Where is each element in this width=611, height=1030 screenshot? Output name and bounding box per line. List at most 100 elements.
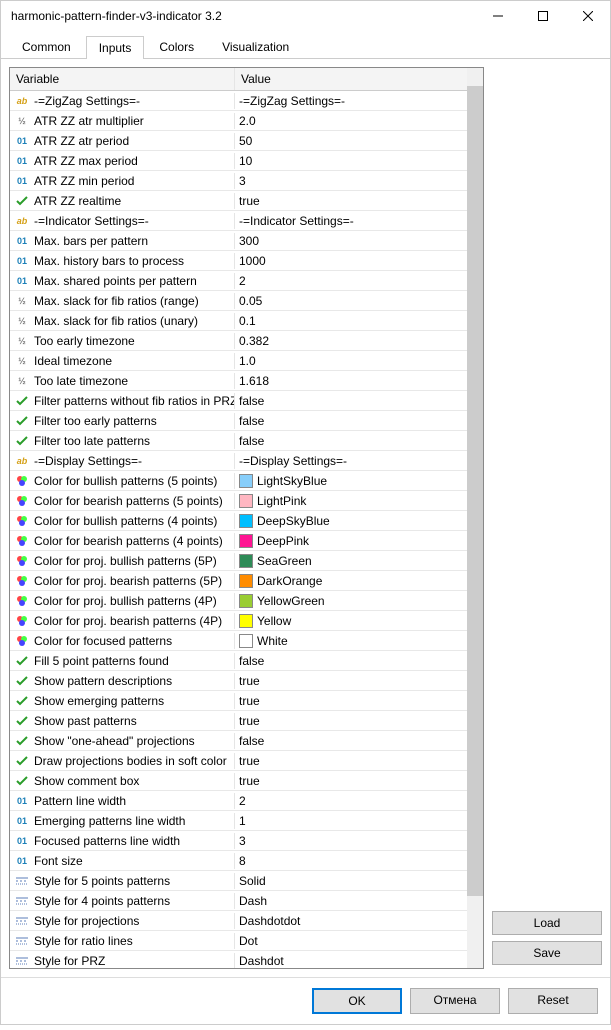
cancel-button[interactable]: Отмена	[410, 988, 500, 1014]
value-cell[interactable]: DeepPink	[235, 533, 467, 549]
tab-inputs[interactable]: Inputs	[86, 36, 145, 59]
value-cell[interactable]: 1000	[235, 253, 467, 269]
table-row[interactable]: Show "one-ahead" projectionsfalse	[10, 731, 467, 751]
table-row[interactable]: Color for proj. bearish patterns (4P)Yel…	[10, 611, 467, 631]
value-cell[interactable]: 10	[235, 153, 467, 169]
table-row[interactable]: Show past patternstrue	[10, 711, 467, 731]
table-row[interactable]: Color for proj. bullish patterns (4P)Yel…	[10, 591, 467, 611]
table-row[interactable]: 01Focused patterns line width3	[10, 831, 467, 851]
value-cell[interactable]: 2	[235, 273, 467, 289]
table-row[interactable]: Style for 5 points patternsSolid	[10, 871, 467, 891]
table-row[interactable]: 01ATR ZZ max period10	[10, 151, 467, 171]
value-cell[interactable]: false	[235, 393, 467, 409]
tab-common[interactable]: Common	[9, 35, 84, 58]
tab-colors[interactable]: Colors	[146, 35, 207, 58]
value-cell[interactable]: 8	[235, 853, 467, 869]
value-cell[interactable]: true	[235, 193, 467, 209]
table-row[interactable]: 01Max. shared points per pattern2	[10, 271, 467, 291]
minimize-button[interactable]	[475, 1, 520, 31]
ok-button[interactable]: OK	[312, 988, 402, 1014]
value-cell[interactable]: Yellow	[235, 613, 467, 629]
value-cell[interactable]: SeaGreen	[235, 553, 467, 569]
value-cell[interactable]: true	[235, 673, 467, 689]
table-row[interactable]: Show pattern descriptionstrue	[10, 671, 467, 691]
value-cell[interactable]: -=Display Settings=-	[235, 453, 467, 469]
value-cell[interactable]: LightSkyBlue	[235, 473, 467, 489]
value-cell[interactable]: DeepSkyBlue	[235, 513, 467, 529]
table-row[interactable]: 01ATR ZZ atr period50	[10, 131, 467, 151]
value-cell[interactable]: 2.0	[235, 113, 467, 129]
table-row[interactable]: ab-=ZigZag Settings=--=ZigZag Settings=-	[10, 91, 467, 111]
header-variable[interactable]: Variable	[10, 68, 235, 90]
value-cell[interactable]: Dashdotdot	[235, 913, 467, 929]
value-cell[interactable]: 300	[235, 233, 467, 249]
value-cell[interactable]: 0.05	[235, 293, 467, 309]
value-cell[interactable]: 50	[235, 133, 467, 149]
table-row[interactable]: ab-=Indicator Settings=--=Indicator Sett…	[10, 211, 467, 231]
table-row[interactable]: 01Emerging patterns line width1	[10, 811, 467, 831]
table-row[interactable]: Color for bearish patterns (4 points)Dee…	[10, 531, 467, 551]
value-cell[interactable]: Dashdot	[235, 953, 467, 969]
value-cell[interactable]: true	[235, 713, 467, 729]
table-row[interactable]: Filter too late patternsfalse	[10, 431, 467, 451]
table-row[interactable]: Style for projectionsDashdotdot	[10, 911, 467, 931]
value-cell[interactable]: -=ZigZag Settings=-	[235, 93, 467, 109]
table-row[interactable]: Style for ratio linesDot	[10, 931, 467, 951]
value-cell[interactable]: Dash	[235, 893, 467, 909]
value-cell[interactable]: 1.618	[235, 373, 467, 389]
table-row[interactable]: ½Max. slack for fib ratios (range)0.05	[10, 291, 467, 311]
value-cell[interactable]: false	[235, 413, 467, 429]
value-cell[interactable]: White	[235, 633, 467, 649]
table-row[interactable]: Style for PRZDashdot	[10, 951, 467, 968]
value-cell[interactable]: 0.382	[235, 333, 467, 349]
value-cell[interactable]: false	[235, 433, 467, 449]
table-row[interactable]: 01Max. history bars to process1000	[10, 251, 467, 271]
value-cell[interactable]: -=Indicator Settings=-	[235, 213, 467, 229]
value-cell[interactable]: 1.0	[235, 353, 467, 369]
table-row[interactable]: ab-=Display Settings=--=Display Settings…	[10, 451, 467, 471]
table-row[interactable]: ½Too early timezone0.382	[10, 331, 467, 351]
table-row[interactable]: Color for bullish patterns (5 points)Lig…	[10, 471, 467, 491]
table-row[interactable]: Filter patterns without fib ratios in PR…	[10, 391, 467, 411]
value-cell[interactable]: 1	[235, 813, 467, 829]
value-cell[interactable]: DarkOrange	[235, 573, 467, 589]
table-row[interactable]: 01ATR ZZ min period3	[10, 171, 467, 191]
tab-visualization[interactable]: Visualization	[209, 35, 302, 58]
table-row[interactable]: ½Too late timezone1.618	[10, 371, 467, 391]
table-row[interactable]: Filter too early patternsfalse	[10, 411, 467, 431]
header-value[interactable]: Value	[235, 68, 467, 90]
table-row[interactable]: ½Max. slack for fib ratios (unary)0.1	[10, 311, 467, 331]
table-row[interactable]: Color for proj. bearish patterns (5P)Dar…	[10, 571, 467, 591]
value-cell[interactable]: true	[235, 693, 467, 709]
table-row[interactable]: 01Pattern line width2	[10, 791, 467, 811]
value-cell[interactable]: false	[235, 733, 467, 749]
value-cell[interactable]: 3	[235, 173, 467, 189]
save-button[interactable]: Save	[492, 941, 602, 965]
table-row[interactable]: ATR ZZ realtimetrue	[10, 191, 467, 211]
table-row[interactable]: ½Ideal timezone1.0	[10, 351, 467, 371]
scroll-thumb[interactable]	[467, 86, 483, 896]
value-cell[interactable]: LightPink	[235, 493, 467, 509]
table-row[interactable]: Show comment boxtrue	[10, 771, 467, 791]
table-row[interactable]: Color for focused patternsWhite	[10, 631, 467, 651]
table-row[interactable]: Draw projections bodies in soft colortru…	[10, 751, 467, 771]
vertical-scrollbar[interactable]	[467, 68, 483, 968]
table-row[interactable]: Color for proj. bullish patterns (5P)Sea…	[10, 551, 467, 571]
value-cell[interactable]: YellowGreen	[235, 593, 467, 609]
table-row[interactable]: Style for 4 points patternsDash	[10, 891, 467, 911]
value-cell[interactable]: true	[235, 773, 467, 789]
table-row[interactable]: Show emerging patternstrue	[10, 691, 467, 711]
table-row[interactable]: Color for bullish patterns (4 points)Dee…	[10, 511, 467, 531]
table-row[interactable]: ½ATR ZZ atr multiplier2.0	[10, 111, 467, 131]
value-cell[interactable]: Dot	[235, 933, 467, 949]
load-button[interactable]: Load	[492, 911, 602, 935]
value-cell[interactable]: 3	[235, 833, 467, 849]
table-row[interactable]: 01Max. bars per pattern300	[10, 231, 467, 251]
table-row[interactable]: 01Font size8	[10, 851, 467, 871]
close-button[interactable]	[565, 1, 610, 31]
value-cell[interactable]: 0.1	[235, 313, 467, 329]
table-row[interactable]: Color for bearish patterns (5 points)Lig…	[10, 491, 467, 511]
table-row[interactable]: Fill 5 point patterns foundfalse	[10, 651, 467, 671]
value-cell[interactable]: true	[235, 753, 467, 769]
value-cell[interactable]: false	[235, 653, 467, 669]
